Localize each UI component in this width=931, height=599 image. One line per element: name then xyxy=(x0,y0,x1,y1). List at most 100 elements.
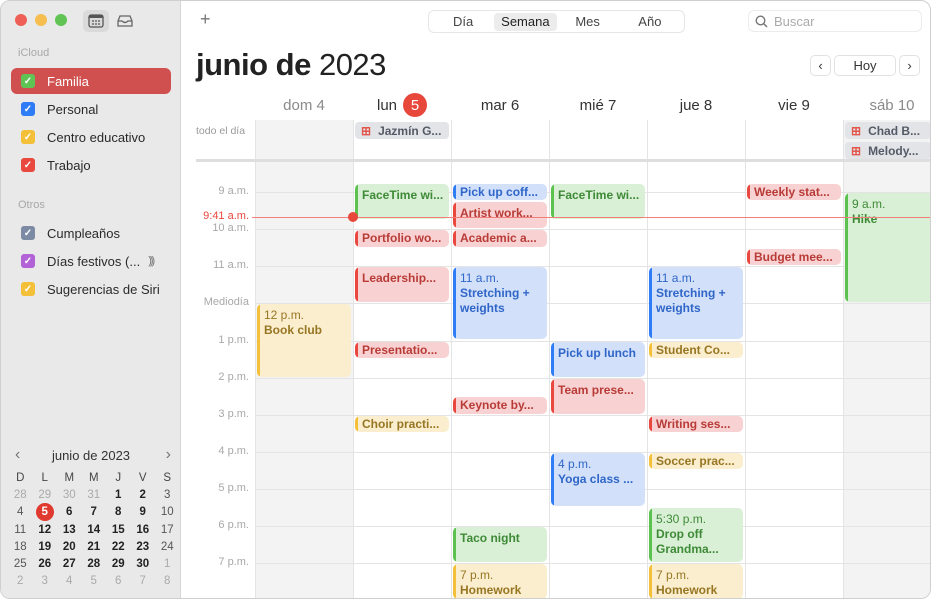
day-header-lun[interactable]: lun 5 xyxy=(353,93,451,117)
sidebar-item-cumpleanos[interactable]: ✓ Cumpleaños xyxy=(11,220,171,246)
mini-day[interactable]: 17 xyxy=(155,521,180,538)
mini-day[interactable]: 27 xyxy=(57,555,82,572)
mini-day[interactable]: 25 xyxy=(8,555,33,572)
day-header-dom-4[interactable]: dom 4 xyxy=(255,93,353,117)
calendar-event[interactable]: Keynote by... xyxy=(453,397,547,414)
mini-day[interactable]: 30 xyxy=(57,486,82,503)
mini-day[interactable]: 19 xyxy=(33,538,58,555)
mini-day[interactable]: 26 xyxy=(33,555,58,572)
day-header-mar-6[interactable]: mar 6 xyxy=(451,93,549,117)
calendar-event[interactable]: 7 p.m. Homework xyxy=(453,564,547,598)
mini-day[interactable]: 15 xyxy=(106,521,131,538)
mini-day[interactable]: 7 xyxy=(131,573,156,590)
all-day-event[interactable]: ⊞ Jazmín G... xyxy=(355,122,449,139)
mini-day[interactable]: 9 xyxy=(131,504,156,521)
mini-next-month-button[interactable]: › xyxy=(166,446,171,464)
tab-ano[interactable]: Año xyxy=(619,13,681,31)
calendar-event[interactable]: Soccer prac... xyxy=(649,452,743,470)
mini-day[interactable]: 4 xyxy=(8,504,33,521)
calendar-event[interactable]: Budget mee... xyxy=(747,248,841,266)
minimize-window-button[interactable] xyxy=(35,14,47,26)
calendar-checkbox[interactable]: ✓ xyxy=(21,130,35,144)
calendar-event[interactable]: 11 a.m. Stretching + weights xyxy=(649,267,743,340)
mini-day[interactable]: 29 xyxy=(33,486,58,503)
mini-day[interactable]: 20 xyxy=(57,538,82,555)
mini-day[interactable]: 13 xyxy=(57,521,82,538)
mini-day[interactable]: 21 xyxy=(82,538,107,555)
sidebar-item-dias-festivos[interactable]: ✓ Días festivos (...))) xyxy=(11,248,171,274)
calendar-event[interactable]: Team prese... xyxy=(551,378,645,414)
calendar-checkbox[interactable]: ✓ xyxy=(21,226,35,240)
calendar-event[interactable]: Pick up coff... xyxy=(453,183,547,201)
tab-semana[interactable]: Semana xyxy=(494,12,557,31)
mini-day[interactable]: 28 xyxy=(82,555,107,572)
sidebar-item-trabajo[interactable]: ✓ Trabajo xyxy=(11,152,171,178)
calendar-checkbox[interactable]: ✓ xyxy=(21,74,35,88)
today-button[interactable]: Hoy xyxy=(834,55,896,76)
mini-day[interactable]: 8 xyxy=(155,573,180,590)
calendar-event[interactable]: Portfolio wo... xyxy=(355,230,449,247)
mini-day[interactable]: 22 xyxy=(106,538,131,555)
calendar-event[interactable]: 7 p.m. Homework xyxy=(649,564,743,598)
calendar-checkbox[interactable]: ✓ xyxy=(21,254,35,268)
mini-day[interactable]: 2 xyxy=(8,573,33,590)
tab-mes[interactable]: Mes xyxy=(557,13,619,31)
mini-day[interactable]: 14 xyxy=(82,521,107,538)
sidebar-item-centro-educativo[interactable]: ✓ Centro educativo xyxy=(11,124,171,150)
mini-day[interactable]: 24 xyxy=(155,538,180,555)
mini-day[interactable]: 6 xyxy=(106,573,131,590)
mini-day[interactable]: 18 xyxy=(8,538,33,555)
mini-day[interactable]: 2 xyxy=(131,486,156,503)
sidebar-item-sugerencias-de-siri[interactable]: ✓ Sugerencias de Siri xyxy=(11,276,171,302)
calendar-event[interactable]: Pick up lunch xyxy=(551,341,645,377)
all-day-event[interactable]: ⊞ Melody... xyxy=(845,142,930,159)
calendar-event[interactable]: 12 p.m. Book club xyxy=(257,304,351,377)
mini-day[interactable]: 10 xyxy=(155,504,180,521)
search-input[interactable]: Buscar xyxy=(748,10,922,32)
calendar-event[interactable]: 4 p.m. Yoga class ... xyxy=(551,452,645,507)
mini-day[interactable]: 6 xyxy=(57,504,82,521)
calendar-event[interactable]: FaceTime wi... xyxy=(551,183,645,219)
inbox-button[interactable] xyxy=(112,10,138,32)
mini-day[interactable]: 28 xyxy=(8,486,33,503)
mini-day[interactable]: 11 xyxy=(8,521,33,538)
close-window-button[interactable] xyxy=(15,14,27,26)
mini-day[interactable]: 16 xyxy=(131,521,156,538)
mini-day[interactable]: 12 xyxy=(33,521,58,538)
mini-day[interactable]: 3 xyxy=(33,573,58,590)
mini-day[interactable]: 31 xyxy=(82,486,107,503)
calendar-event[interactable]: 9 a.m. Hike xyxy=(845,193,930,303)
mini-day[interactable]: 1 xyxy=(106,486,131,503)
calendar-checkbox[interactable]: ✓ xyxy=(21,282,35,296)
mini-day[interactable]: 4 xyxy=(57,573,82,590)
calendar-event[interactable]: Presentatio... xyxy=(355,341,449,359)
calendar-event[interactable]: Artist work... xyxy=(453,202,547,229)
calendar-event[interactable]: Choir practi... xyxy=(355,415,449,433)
mini-day[interactable]: 5 xyxy=(82,573,107,590)
calendar-event[interactable]: Leadership... xyxy=(355,267,449,303)
day-header-sab-10[interactable]: sáb 10 xyxy=(843,93,930,117)
calendar-event[interactable]: Student Co... xyxy=(649,341,743,359)
mini-day[interactable]: 5 xyxy=(33,503,58,522)
calendar-event[interactable]: Weekly stat... xyxy=(747,183,841,201)
calendar-list-toggle-button[interactable] xyxy=(83,10,109,32)
calendar-checkbox[interactable]: ✓ xyxy=(21,102,35,116)
mini-day[interactable]: 23 xyxy=(131,538,156,555)
next-week-button[interactable]: › xyxy=(899,55,920,76)
mini-day[interactable]: 1 xyxy=(155,555,180,572)
calendar-event[interactable]: 5:30 p.m. Drop off Grandma... xyxy=(649,508,743,563)
calendar-event[interactable]: Academic a... xyxy=(453,230,547,247)
sidebar-item-familia[interactable]: ✓ Familia xyxy=(11,68,171,94)
mini-day[interactable]: 3 xyxy=(155,486,180,503)
mini-day[interactable]: 7 xyxy=(82,504,107,521)
calendar-event[interactable]: 11 a.m. Stretching + weights xyxy=(453,267,547,340)
mini-day[interactable]: 8 xyxy=(106,504,131,521)
mini-day[interactable]: 30 xyxy=(131,555,156,572)
previous-week-button[interactable]: ‹ xyxy=(810,55,831,76)
add-event-button[interactable]: + xyxy=(200,9,211,30)
calendar-checkbox[interactable]: ✓ xyxy=(21,158,35,172)
day-header-mie-7[interactable]: mié 7 xyxy=(549,93,647,117)
calendar-event[interactable]: FaceTime wi... xyxy=(355,183,449,219)
day-header-jue-8[interactable]: jue 8 xyxy=(647,93,745,117)
maximize-window-button[interactable] xyxy=(55,14,67,26)
